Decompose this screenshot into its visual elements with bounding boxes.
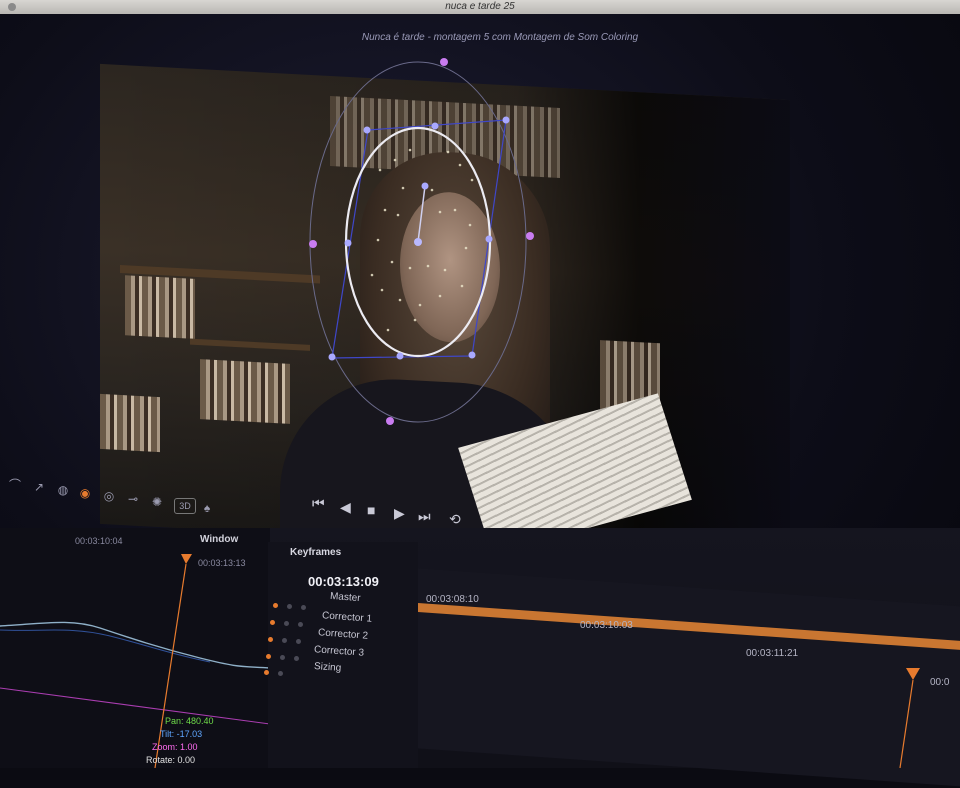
playhead-line[interactable] — [899, 679, 914, 768]
timeline-playhead[interactable] — [0, 0, 960, 768]
playhead-marker[interactable] — [906, 668, 920, 680]
